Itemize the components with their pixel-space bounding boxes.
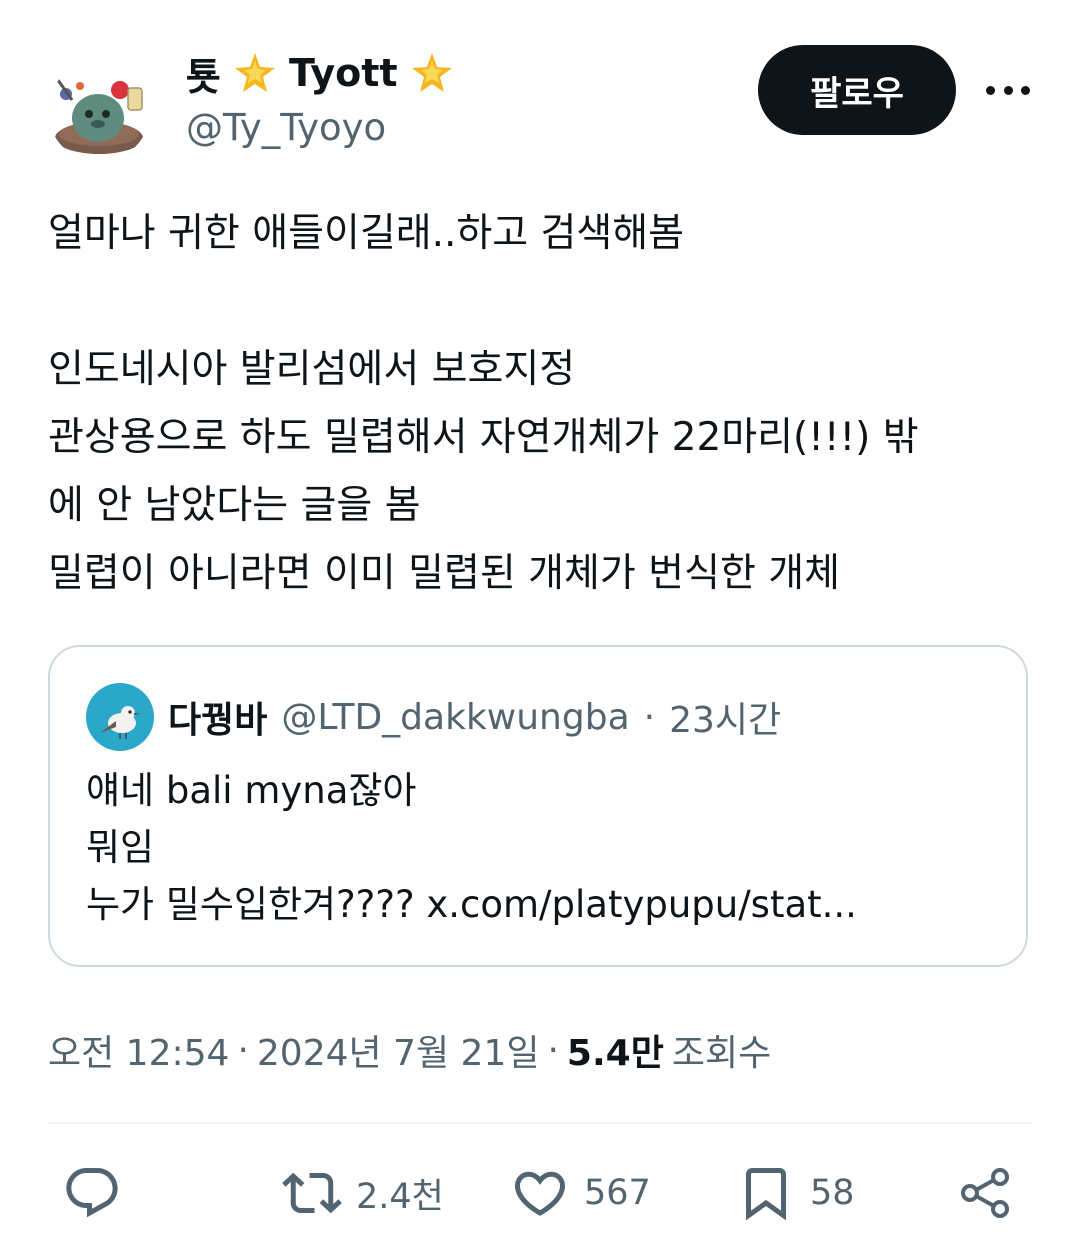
quoted-tweet-header: 다꿩바 @LTD_dakkwungba · 23시간 xyxy=(86,683,781,751)
action-bar: 2.4천 567 58 xyxy=(48,1150,1032,1240)
quoted-tweet-time[interactable]: 23시간 xyxy=(669,691,781,743)
share-button[interactable] xyxy=(956,1150,1016,1236)
author-name-part2: Tyott xyxy=(288,51,398,95)
like-button[interactable]: 567 xyxy=(510,1150,651,1236)
views-label: 조회수 xyxy=(671,1033,772,1074)
tweet-header: 툣 Tyott @Ty_Tyoyo 팔로우 xyxy=(48,42,1032,162)
quoted-line: 누가 밀수입한겨???? x.com/platypupu/stat... xyxy=(86,883,857,926)
quoted-tweet[interactable]: 다꿩바 @LTD_dakkwungba · 23시간 얘네 bali myna잖… xyxy=(48,645,1028,967)
follow-button[interactable]: 팔로우 xyxy=(758,45,956,135)
share-icon xyxy=(961,1168,1009,1218)
views-count: 5.4만 xyxy=(566,1033,664,1074)
tweet-meta: 오전 12:54 · 2024년 7월 21일 · 5.4만 조회수 xyxy=(48,1022,771,1078)
tweet-line: 관상용으로 하도 밀렵해서 자연개체가 22마리(!!!) 밖 xyxy=(48,415,919,460)
tweet-line: 인도네시아 발리섬에서 보호지정 xyxy=(48,347,576,392)
author-handle[interactable]: @Ty_Tyoyo xyxy=(186,106,386,149)
mole-avatar-icon xyxy=(48,60,150,162)
retweet-count: 2.4천 xyxy=(356,1176,444,1217)
quoted-line: 얘네 bali myna잖아 xyxy=(86,769,417,812)
tweet-line: 에 안 남았다는 글을 봄 xyxy=(48,483,421,528)
tweet-line: 밀렵이 아니라면 이미 밀렵된 개체가 번식한 개체 xyxy=(48,551,840,596)
retweet-button[interactable]: 2.4천 xyxy=(282,1150,444,1236)
separator-dot: · xyxy=(643,696,656,738)
heart-icon xyxy=(514,1171,566,1216)
tweet-line-gap xyxy=(48,268,1038,336)
reply-icon xyxy=(66,1168,118,1218)
bookmark-button[interactable]: 58 xyxy=(736,1150,855,1236)
bookmark-icon xyxy=(746,1168,786,1221)
more-options-icon[interactable] xyxy=(986,72,1030,108)
sparkle-star-icon xyxy=(411,53,452,92)
quoted-tweet-text: 얘네 bali myna잖아 뭐임 누가 밀수입한겨???? x.com/pla… xyxy=(86,762,996,933)
divider xyxy=(48,1122,1032,1124)
bookmark-count: 58 xyxy=(810,1173,855,1213)
like-count: 567 xyxy=(584,1173,651,1213)
separator-dot: · xyxy=(547,1029,559,1071)
author-avatar[interactable] xyxy=(48,60,150,162)
reply-button[interactable] xyxy=(62,1150,122,1236)
separator-dot: · xyxy=(237,1029,249,1071)
quoted-author-avatar[interactable] xyxy=(86,683,154,751)
bird-avatar-icon xyxy=(86,683,154,751)
retweet-icon xyxy=(282,1172,342,1214)
quoted-author-name[interactable]: 다꿩바 xyxy=(168,691,267,743)
author-name[interactable]: 툣 Tyott xyxy=(186,42,456,104)
tweet-date[interactable]: 2024년 7월 21일 xyxy=(257,1024,540,1076)
tweet-text: 얼마나 귀한 애들이길래..하고 검색해봄 인도네시아 발리섬에서 보호지정 관… xyxy=(48,200,1038,608)
quoted-line: 뭐임 xyxy=(86,826,155,869)
author-name-part1: 툣 xyxy=(186,54,221,99)
quoted-author-handle[interactable]: @LTD_dakkwungba xyxy=(281,697,629,738)
sparkle-star-icon xyxy=(234,53,275,92)
tweet-time[interactable]: 오전 12:54 xyxy=(48,1024,229,1076)
tweet-line: 얼마나 귀한 애들이길래..하고 검색해봄 xyxy=(48,211,685,256)
